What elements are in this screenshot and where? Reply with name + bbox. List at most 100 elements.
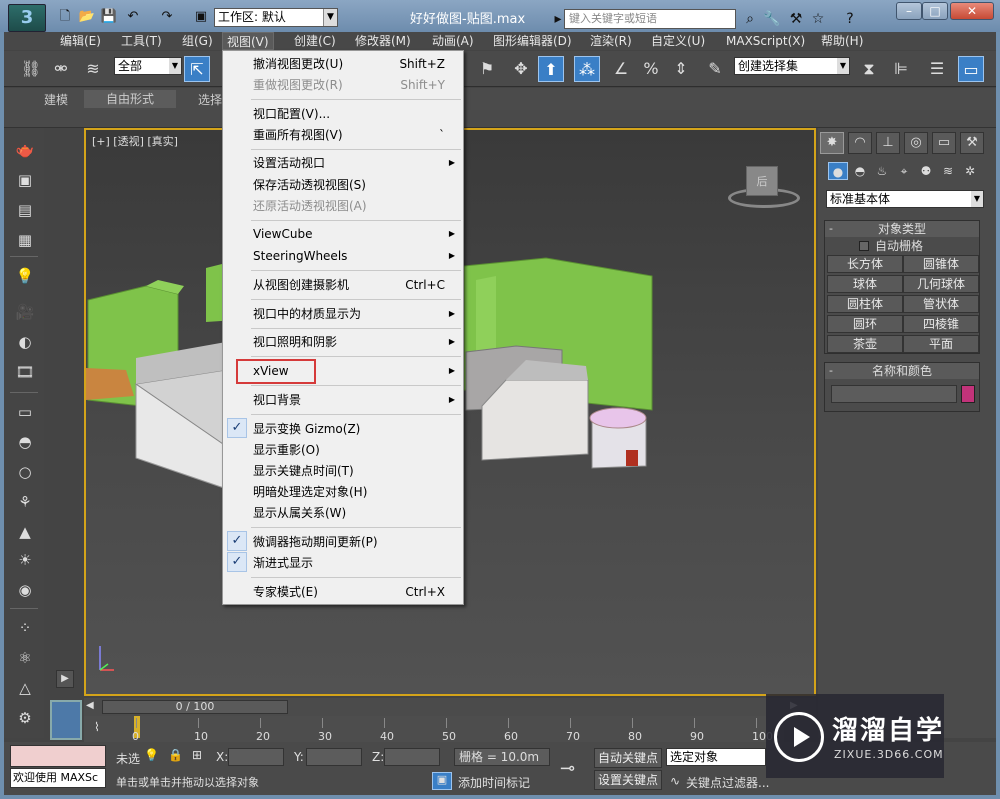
menu-view[interactable]: 视图(V) [222,32,274,50]
sphere-button[interactable]: 球体 [827,275,903,293]
workspace-select[interactable]: 工作区: 默认 ▼ [214,8,338,27]
menu-rendering[interactable]: 渲染(R) [590,32,632,50]
maxscript-listener-output[interactable]: 欢迎使用 MAXSc [10,768,106,788]
film-icon[interactable]: 🎞 [12,360,38,384]
particles-icon[interactable]: ⁘ [12,616,38,640]
menu-item-expert-mode[interactable]: 专家模式(E) Ctrl+X [253,582,459,602]
sphere-icon[interactable]: ○ [12,460,38,484]
cone-icon[interactable]: ▲ [12,520,38,544]
torus-button[interactable]: 圆环 [827,315,903,333]
curve-editor-icon[interactable]: ⌇ [94,720,120,740]
viewcube-face[interactable]: 后 [746,166,778,196]
move-icon[interactable]: ✥ [508,56,534,82]
isolate-icon[interactable]: 💡 [144,748,159,762]
x-coord-field[interactable] [228,748,284,766]
material-editor-icon[interactable]: ▣ [12,168,38,192]
molecule-icon[interactable]: ⚛ [12,646,38,670]
key-icon[interactable]: ⊸ [560,758,575,779]
plane-icon[interactable]: ▭ [12,400,38,424]
utilities-tab-icon[interactable]: ⚒ [960,132,984,154]
helpers-icon[interactable]: ⚉ [916,162,936,180]
menu-item-show-key-times[interactable]: 显示关键点时间(T) [253,461,459,481]
primitive-category-select[interactable]: 标准基本体 ▼ [826,190,984,208]
disc-icon[interactable]: ◉ [12,578,38,602]
menu-item-redraw-all[interactable]: 重画所有视图(V) ` [253,125,459,145]
hierarchy-tab-icon[interactable]: ⊥ [876,132,900,154]
plane-button[interactable]: 平面 [903,335,979,353]
gear-icon[interactable]: ⚙ [12,706,38,730]
color-swatch[interactable] [961,385,975,403]
help-icon[interactable]: ? [840,9,860,29]
menu-modifiers[interactable]: 修改器(M) [355,32,411,50]
menu-item-restore-active-view[interactable]: 还原活动透视视图(A) [253,196,459,216]
save-icon[interactable]: 💾 [100,8,118,26]
minimize-button[interactable]: – [896,2,922,20]
align-icon[interactable]: ⊫ [888,56,914,82]
prev-frame-icon[interactable]: ◀ [86,700,94,711]
menu-animation[interactable]: 动画(A) [432,32,474,50]
teapot-icon[interactable]: 🫖 [12,138,38,162]
menu-graph-editors[interactable]: 图形编辑器(D) [493,32,572,50]
tab-modeling[interactable]: 建模 [44,91,68,108]
shapes-icon[interactable]: ◓ [850,162,870,180]
tab-freeform[interactable]: 自由形式 [84,90,177,108]
mini-curve-editor-button[interactable] [50,700,82,740]
z-coord-field[interactable] [384,748,440,766]
pyramid-icon[interactable]: △ [12,676,38,700]
menu-item-save-active-view[interactable]: 保存活动透视视图(S) [253,175,459,195]
menu-item-steeringwheels[interactable]: SteeringWheels ▶ [253,246,459,266]
geosphere-button[interactable]: 几何球体 [903,275,979,293]
maxscript-listener-input[interactable] [10,745,106,767]
y-coord-field[interactable] [306,748,362,766]
menu-item-create-camera[interactable]: 从视图创建摄影机 Ctrl+C [253,275,459,295]
lock-icon[interactable]: 🔒 [168,748,183,762]
lights-icon[interactable]: ♨ [872,162,892,180]
menu-item-undo-view[interactable]: 撤消视图更改(U) Shift+Z [253,54,459,74]
grass-icon[interactable]: ⚘ [12,490,38,514]
bind-spacewarp-icon[interactable]: ≋ [80,56,106,82]
mirror-tool-icon[interactable]: ⧗ [856,56,882,82]
name-color-header[interactable]: - 名称和颜色 [825,363,979,379]
systems-icon[interactable]: ✲ [960,162,980,180]
open-file-icon[interactable]: 📂 [78,8,96,26]
cone-button[interactable]: 圆锥体 [903,255,979,273]
camera-icon[interactable]: 🎥 [12,300,38,324]
light-icon[interactable]: 💡 [12,264,38,288]
sun-icon[interactable]: ☀ [12,548,38,572]
new-file-icon[interactable]: 🗋 [56,8,74,26]
box-button[interactable]: 长方体 [827,255,903,273]
mirror-icon[interactable]: ⚑ [474,56,500,82]
binoculars-icon[interactable]: ⌕ [740,9,760,29]
menu-item-show-gizmo[interactable]: 显示变换 Gizmo(Z) [253,419,459,439]
display-tab-icon[interactable]: ▭ [932,132,956,154]
tools-icon[interactable]: ⚒ [786,9,806,29]
motion-tab-icon[interactable]: ◎ [904,132,928,154]
render-setup-icon[interactable]: ▤ [12,198,38,222]
pyramid-button[interactable]: 四棱锥 [903,315,979,333]
menu-tools[interactable]: 工具(T) [121,32,162,50]
undo-icon[interactable]: ↶ [124,8,142,26]
curve-icon[interactable]: ∿ [670,774,680,788]
select-object-icon[interactable]: ⇱ [184,56,210,82]
star-icon[interactable]: ☆ [808,9,828,29]
menu-item-progressive-display[interactable]: 渐进式显示 [253,553,459,573]
absolute-mode-icon[interactable]: ⊞ [192,748,202,762]
unlink-icon[interactable]: ⚮ [48,56,74,82]
menu-item-viewport-config[interactable]: 视口配置(V)... [253,104,459,124]
menu-item-viewport-background[interactable]: 视口背景 ▶ [253,390,459,410]
menu-help[interactable]: 帮助(H) [821,32,863,50]
menu-item-viewcube[interactable]: ViewCube ▶ [253,224,459,244]
app-logo[interactable]: 3 [8,4,46,32]
menu-edit[interactable]: 编辑(E) [60,32,101,50]
menu-item-show-dependencies[interactable]: 显示从属关系(W) [253,503,459,523]
menu-item-redo-view[interactable]: 重做视图更改(R) Shift+Y [253,75,459,95]
render-frame-icon[interactable]: ▦ [12,228,38,252]
tab-selection[interactable]: 选择 [198,91,222,108]
menu-create[interactable]: 创建(C) [294,32,336,50]
project-folder-icon[interactable]: ▣ [192,8,210,26]
layer-manager-icon[interactable]: ☰ [924,56,950,82]
menu-item-set-active-viewport[interactable]: 设置活动视口 ▶ [253,153,459,173]
time-slider[interactable]: 0 / 100 [102,700,288,714]
add-time-tag-button[interactable]: 添加时间标记 [458,774,530,791]
autogrid-checkbox[interactable] [859,241,869,251]
